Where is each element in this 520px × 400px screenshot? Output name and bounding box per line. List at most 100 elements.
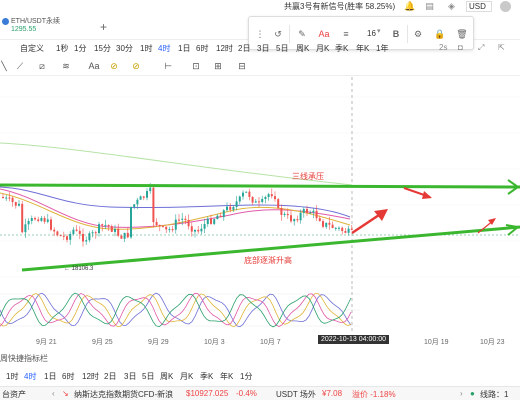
highlight-icon[interactable]: ⊘ [108,60,120,72]
camera-icon[interactable]: ◘ [458,43,463,52]
interval-item[interactable]: 周K [296,43,309,54]
interval-item[interactable]: 3日 [124,371,136,382]
candle-body [290,215,292,222]
currency-select[interactable]: USD [466,1,492,12]
avatar[interactable] [500,1,511,12]
interval-item[interactable]: 5日 [276,43,288,54]
interval-item[interactable]: 1秒 [56,43,68,54]
interval-item[interactable]: 1分 [74,43,86,54]
x-tick: 10月 3 [204,339,225,346]
ticker-instrument[interactable]: 纳斯达克指数期货CFD-新浪 [74,389,173,400]
lock-drawings-icon[interactable]: ⊟ [236,60,248,72]
lock-icon[interactable]: 🔒 [433,27,447,41]
trash-icon[interactable]: 🗑 [455,27,469,41]
interval-item-active[interactable]: 4时 [24,371,36,382]
oscillator-panel[interactable] [0,286,520,334]
settings-icon[interactable]: ⚙ [411,27,425,41]
candle-body [114,228,116,232]
quick-indicator-label[interactable]: 周快捷指标栏 [0,353,48,364]
candle-body [229,206,232,210]
price-chart[interactable] [0,77,520,285]
candle-body [242,192,244,197]
fib-icon[interactable]: ≋ [60,60,72,72]
custom-interval[interactable]: 自定义 [20,43,44,54]
candle-body [344,230,347,233]
interval-item[interactable]: 周K [160,371,173,382]
quick-indicator-bar[interactable]: 周快捷指标栏 [0,352,520,364]
wallet-icon[interactable]: ▤ [424,1,435,12]
route-label[interactable]: 线路：1 [480,389,508,400]
annotation-resistance-label[interactable]: 三线承压 [292,171,324,182]
interval-item[interactable]: 月K [180,371,193,382]
chevron-left-icon[interactable]: ‹ [52,389,55,398]
expand-icon[interactable]: ⇱ [498,43,505,52]
top-bar: 共赢3号有新信号(胜率 58.25%) 🔔 ▤ ◈ USD [0,0,520,14]
interval-item[interactable]: 12时 [216,43,233,54]
symbol-tab-label[interactable]: ETH/USDT永续 [11,16,60,26]
interval-item[interactable]: 30分 [116,43,133,54]
add-tab-button[interactable]: + [100,20,107,34]
candle-body [213,219,216,224]
candle-body [72,229,75,234]
interval-item[interactable]: 季K [200,371,213,382]
candle-body [168,229,171,231]
drag-handle-icon[interactable]: ⋮ [253,27,267,41]
interval-item[interactable]: 1年 [376,43,388,54]
candle-body [59,235,62,237]
zoom-icon[interactable]: ⊡ [190,60,202,72]
candle-body [152,187,155,223]
text-tool-icon[interactable]: Aa [86,60,102,72]
candlestick-series [2,183,353,247]
marker-icon[interactable]: ⊘ [130,60,142,72]
candle-body [5,197,8,199]
interval-item[interactable]: 5日 [142,371,154,382]
candle-body [94,232,97,234]
font-color-icon[interactable]: Aa [317,27,331,41]
interval-item[interactable]: 季K [335,43,348,54]
interval-item[interactable]: 3日 [257,43,269,54]
up-arrow-annotation[interactable] [351,211,383,235]
interval-item[interactable]: 6时 [196,43,208,54]
candle-body [43,217,46,222]
line-style-icon[interactable]: ≡ [339,27,353,41]
interval-item[interactable]: 2日 [104,371,116,382]
interval-item[interactable]: 年K [356,43,369,54]
interval-item[interactable]: 1时 [6,371,18,382]
candle-body [104,224,107,226]
ray-tool-icon[interactable]: ╲ [0,60,10,72]
candle-body [158,224,161,226]
candle-body [309,212,312,214]
parallel-channel-icon[interactable]: ⧄ [36,60,48,72]
ticker-pair2[interactable]: USDT 场外 [276,389,316,400]
interval-item[interactable]: 15分 [94,43,111,54]
annotation-support-label[interactable]: 底部逐渐升高 [244,255,292,266]
fullscreen-icon[interactable]: ⤢ [478,43,484,53]
assets-link[interactable]: 台资产 [2,389,26,400]
chevron-right-icon[interactable]: › [460,389,463,398]
resistance-trendline[interactable] [0,183,520,189]
candle-body [258,201,260,203]
gift-icon[interactable]: ◈ [446,1,457,12]
interval-item[interactable]: 1时 [140,43,152,54]
measure-icon[interactable]: ⊢ [162,60,174,72]
interval-item[interactable]: 月K [316,43,329,54]
candle-body [56,231,59,236]
trend-line-icon[interactable]: ⟋ [14,60,26,72]
interval-item[interactable]: 1日 [44,371,56,382]
text-color-icon[interactable]: ✎ [295,27,309,41]
refresh-rate[interactable]: 2s [439,43,447,52]
candle-body [248,191,251,197]
undo-icon[interactable]: ↺ [271,27,285,41]
interval-item[interactable]: 1日 [178,43,190,54]
signal-notice[interactable]: 共赢3号有新信号(胜率 58.25%) [284,1,395,12]
interval-item[interactable]: 2日 [238,43,250,54]
bell-icon[interactable]: 🔔 [404,1,415,12]
magnet-icon[interactable]: ⊞ [212,60,224,72]
interval-item[interactable]: 年K [220,371,233,382]
interval-item[interactable]: 1分 [240,371,252,382]
interval-item[interactable]: 12时 [82,371,99,382]
interval-item-active[interactable]: 4时 [158,43,170,54]
bold-button[interactable]: B [389,27,403,41]
interval-item[interactable]: 6时 [62,371,74,382]
candle-body [267,194,270,198]
